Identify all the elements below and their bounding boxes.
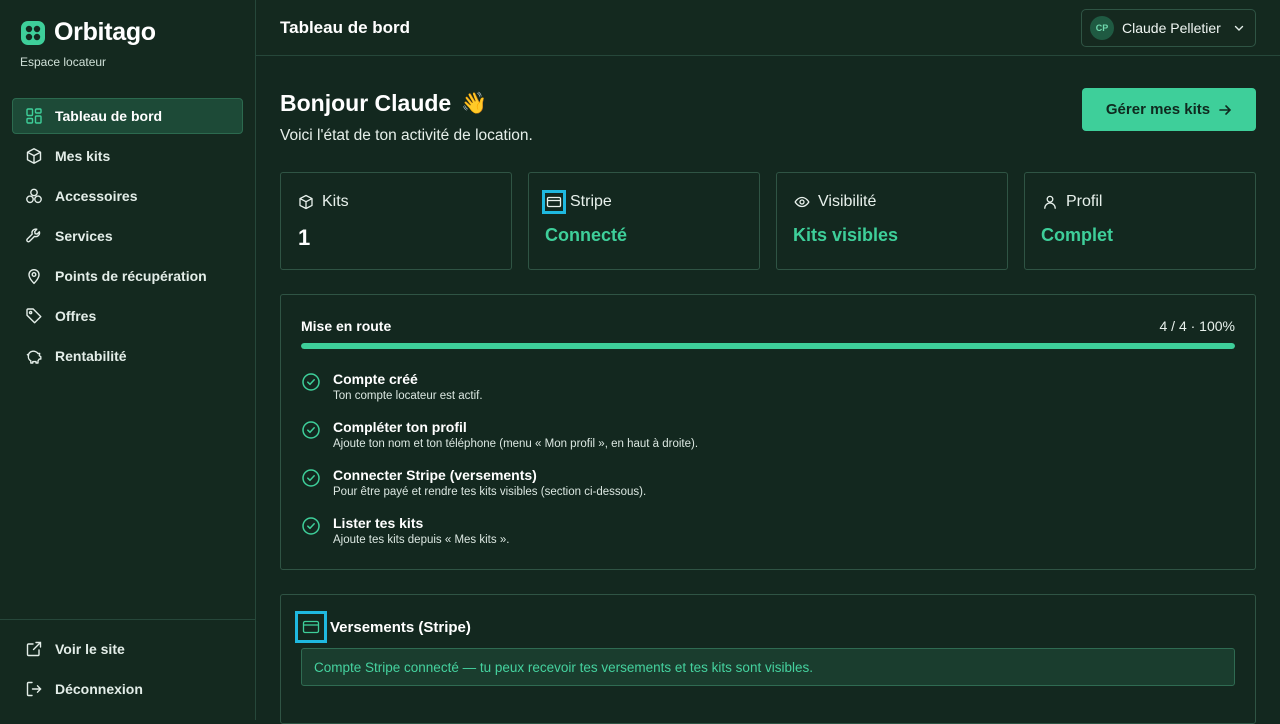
- onboarding-step: Compléter ton profil Ajoute ton nom et t…: [301, 419, 1231, 467]
- stat-card-profil: Profil Complet: [1024, 172, 1256, 270]
- payouts-title: Versements (Stripe): [330, 618, 471, 636]
- check-circle-icon: [301, 468, 321, 488]
- sidebar-item-points-recuperation[interactable]: Points de récupération: [12, 258, 243, 294]
- stat-label: Stripe: [570, 193, 612, 210]
- waving-hand-icon: 👋: [461, 91, 488, 115]
- step-description: Ton compte locateur est actif.: [333, 390, 483, 402]
- map-pin-icon: [25, 267, 43, 285]
- step-title: Connecter Stripe (versements): [333, 467, 537, 483]
- user-name: Claude Pelletier: [1122, 20, 1221, 36]
- sidebar-item-label: Rentabilité: [55, 348, 127, 364]
- box-icon: [25, 147, 43, 165]
- stat-label: Visibilité: [818, 193, 877, 210]
- chevron-down-icon: [1233, 22, 1245, 34]
- sidebar-item-label: Déconnexion: [55, 681, 143, 697]
- onboarding-title: Mise en route: [301, 318, 392, 334]
- sidebar-item-label: Accessoires: [55, 188, 138, 204]
- sidebar-nav: Tableau de bord Mes kits Accessoires Ser…: [12, 98, 243, 378]
- greeting-subtitle: Voici l'état de ton activité de location…: [280, 127, 533, 144]
- topbar: Tableau de bord CP Claude Pelletier: [256, 0, 1280, 56]
- wrench-icon: [25, 227, 43, 245]
- stat-value: Kits visibles: [793, 225, 899, 245]
- step-title: Lister tes kits: [333, 515, 424, 531]
- dashboard-icon: [25, 107, 43, 125]
- brand-logo-link[interactable]: Orbitago: [20, 18, 156, 47]
- step-description: Ajoute tes kits depuis « Mes kits ».: [333, 534, 510, 546]
- stat-card-header: Profil: [1042, 193, 1102, 211]
- sidebar-item-label: Tableau de bord: [55, 108, 163, 124]
- stat-value: Connecté: [545, 225, 628, 245]
- sidebar-item-deconnexion[interactable]: Déconnexion: [12, 671, 243, 707]
- sidebar-item-services[interactable]: Services: [12, 218, 243, 254]
- external-link-icon: [25, 640, 43, 658]
- onboarding-step: Compte créé Ton compte locateur est acti…: [301, 371, 1231, 419]
- sidebar-item-offres[interactable]: Offres: [12, 298, 243, 334]
- progress-fill: [301, 343, 1235, 349]
- onboarding-progress-bar: [301, 343, 1235, 349]
- brand-subtitle: Espace locateur: [20, 55, 107, 69]
- onboarding-progress-text: 4 / 4 · 100%: [1159, 318, 1236, 334]
- sidebar-item-accessoires[interactable]: Accessoires: [12, 178, 243, 214]
- step-title: Compléter ton profil: [333, 419, 467, 435]
- orbitago-logo-icon: [20, 20, 46, 46]
- user-menu-button[interactable]: CP Claude Pelletier: [1081, 9, 1256, 47]
- manage-kits-label: Gérer mes kits: [1105, 101, 1211, 118]
- stat-card-header: Kits: [298, 193, 349, 211]
- sidebar-item-label: Offres: [55, 308, 97, 324]
- accessories-icon: [25, 187, 43, 205]
- sidebar-item-label: Voir le site: [55, 641, 125, 657]
- sidebar-item-mes-kits[interactable]: Mes kits: [12, 138, 243, 174]
- greeting-text: Bonjour Claude: [280, 90, 452, 116]
- logout-icon: [25, 680, 43, 698]
- credit-card-icon: [295, 611, 327, 643]
- brand-name: Orbitago: [54, 18, 156, 46]
- tag-icon: [25, 307, 43, 325]
- credit-card-icon: [542, 190, 566, 214]
- stat-card-visibilite: Visibilité Kits visibles: [776, 172, 1008, 270]
- stat-card-header: Visibilité: [794, 193, 876, 211]
- sidebar-item-label: Points de récupération: [55, 268, 207, 284]
- user-icon: [1042, 194, 1058, 210]
- eye-icon: [794, 194, 810, 210]
- sidebar-item-voir-le-site[interactable]: Voir le site: [12, 631, 243, 667]
- stat-label: Kits: [322, 193, 349, 210]
- greeting-heading: Bonjour Claude 👋: [280, 90, 487, 117]
- payouts-header: Versements (Stripe): [295, 611, 471, 643]
- manage-kits-button[interactable]: Gérer mes kits: [1082, 88, 1256, 131]
- payouts-panel: Versements (Stripe) Compte Stripe connec…: [280, 594, 1256, 724]
- stat-label: Profil: [1066, 193, 1103, 210]
- step-description: Pour être payé et rendre tes kits visibl…: [333, 486, 647, 498]
- sidebar-item-label: Mes kits: [55, 148, 111, 164]
- onboarding-steps: Compte créé Ton compte locateur est acti…: [301, 371, 1231, 563]
- step-description: Ajoute ton nom et ton téléphone (menu « …: [333, 438, 699, 450]
- box-icon: [298, 194, 314, 210]
- sidebar-item-rentabilite[interactable]: Rentabilité: [12, 338, 243, 374]
- avatar: CP: [1090, 16, 1114, 40]
- page-title: Tableau de bord: [280, 18, 411, 37]
- stat-value: 1: [298, 225, 311, 250]
- onboarding-step: Connecter Stripe (versements) Pour être …: [301, 467, 1231, 515]
- stat-card-kits: Kits 1: [280, 172, 512, 270]
- step-title: Compte créé: [333, 371, 418, 387]
- stat-card-header: Stripe: [542, 190, 612, 214]
- check-circle-icon: [301, 516, 321, 536]
- piggy-bank-icon: [25, 347, 43, 365]
- onboarding-panel: Mise en route 4 / 4 · 100% Compte créé T…: [280, 294, 1256, 570]
- stripe-status-alert: Compte Stripe connecté — tu peux recevoi…: [301, 648, 1235, 686]
- stats-cards: Kits 1 Stripe Connecté Visibilité Kits v…: [280, 172, 1256, 270]
- arrow-right-icon: [1218, 103, 1232, 117]
- check-circle-icon: [301, 372, 321, 392]
- sidebar-bottom: Voir le site Déconnexion: [0, 619, 255, 711]
- onboarding-step: Lister tes kits Ajoute tes kits depuis «…: [301, 515, 1231, 563]
- stat-card-stripe: Stripe Connecté: [528, 172, 760, 270]
- check-circle-icon: [301, 420, 321, 440]
- sidebar-item-dashboard[interactable]: Tableau de bord: [12, 98, 243, 134]
- sidebar: Orbitago Espace locateur Tableau de bord…: [0, 0, 256, 720]
- stat-value: Complet: [1041, 225, 1113, 245]
- sidebar-item-label: Services: [55, 228, 113, 244]
